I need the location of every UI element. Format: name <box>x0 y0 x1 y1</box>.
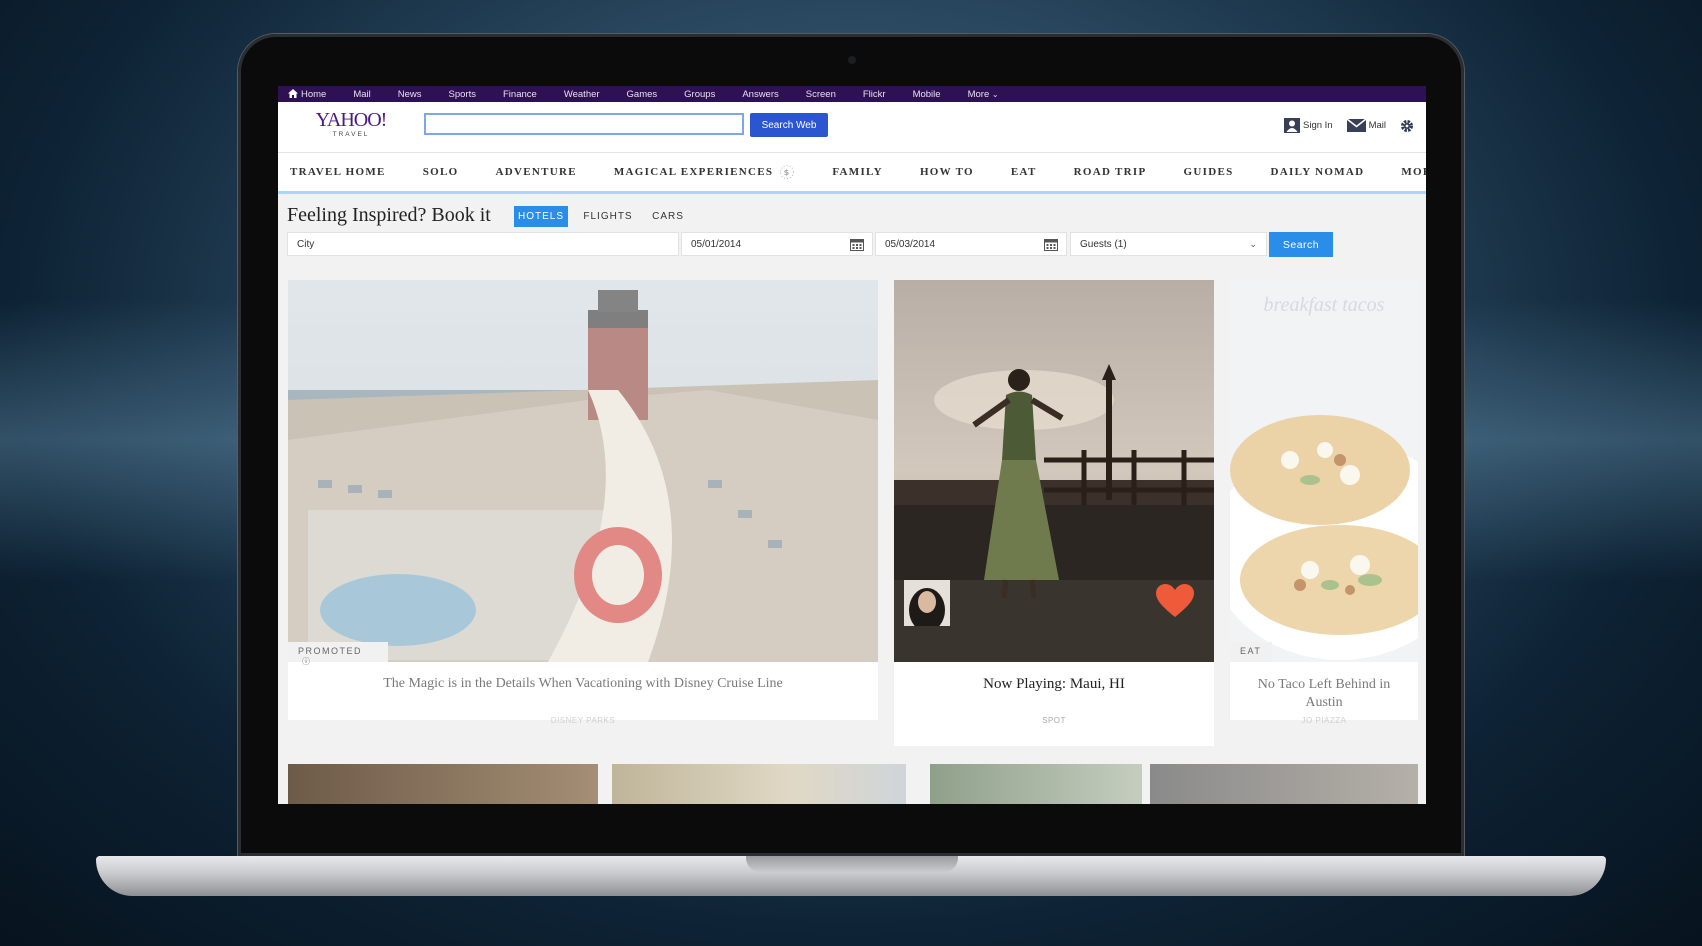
cat-daily-nomad[interactable]: DAILY NOMAD <box>1271 166 1365 178</box>
top-nav-weather[interactable]: Weather <box>564 89 600 100</box>
sign-in-label: Sign In <box>1303 120 1333 131</box>
logo-sub-text: TRAVEL <box>332 131 370 138</box>
browser-screen: Home Mail News Sports Finance Weather Ga… <box>278 86 1426 804</box>
gear-icon <box>1401 119 1413 132</box>
info-icon[interactable]: ⓘ <box>302 657 312 666</box>
cat-more[interactable]: MORE⌄ <box>1401 166 1426 178</box>
top-nav-mail[interactable]: Mail <box>353 89 370 100</box>
cat-adventure[interactable]: ADVENTURE <box>495 166 576 178</box>
card-image-cruise[interactable] <box>288 280 878 662</box>
top-nav-home[interactable]: Home <box>288 88 327 100</box>
laptop-notch <box>746 856 958 872</box>
story-card-taco[interactable]: breakfast tacos EAT No Taco Left Behind … <box>1230 280 1418 725</box>
yahoo-travel-logo[interactable]: YAHOO! TRAVEL <box>314 110 388 138</box>
checkin-date-field[interactable]: 05/01/2014 <box>681 232 873 256</box>
more-stories-row <box>288 764 1418 804</box>
user-icon <box>1284 118 1300 133</box>
settings-button[interactable] <box>1400 119 1414 133</box>
checkout-date-field[interactable]: 05/03/2014 <box>875 232 1067 256</box>
cat-how-to[interactable]: HOW TO <box>920 166 974 178</box>
city-placeholder: City <box>297 238 315 250</box>
chevron-down-icon: ⌄ <box>1249 239 1257 249</box>
top-nav-screen[interactable]: Screen <box>806 89 836 100</box>
top-nav-finance[interactable]: Finance <box>503 89 537 100</box>
card-image-fade <box>288 280 878 662</box>
header: YAHOO! TRAVEL Search Web Sign In Mail <box>278 102 1426 153</box>
card-title[interactable]: The Magic is in the Details When Vacatio… <box>288 676 878 692</box>
card-title[interactable]: Now Playing: Maui, HI <box>894 676 1214 693</box>
top-nav-more[interactable]: More ⌄ <box>968 89 999 100</box>
story-thumb[interactable] <box>612 764 906 804</box>
sign-in-link[interactable]: Sign In <box>1284 118 1333 133</box>
mail-icon <box>1346 119 1366 132</box>
card-source[interactable]: SPOT <box>894 716 1214 725</box>
svg-text:$: $ <box>784 168 791 177</box>
booking-title: Feeling Inspired? Book it <box>287 204 491 226</box>
story-cards: PROMOTED ⓘ The Magic is in the Details W… <box>288 280 1418 746</box>
card-image-fade <box>1230 280 1418 662</box>
top-nav-home-label: Home <box>301 88 327 100</box>
top-nav: Home Mail News Sports Finance Weather Ga… <box>278 86 1426 102</box>
top-nav-games[interactable]: Games <box>627 89 658 100</box>
mail-link[interactable]: Mail <box>1346 119 1386 132</box>
laptop-base <box>96 856 1606 896</box>
checkout-date: 05/03/2014 <box>885 238 936 250</box>
calendar-icon[interactable] <box>850 238 864 251</box>
checkin-date: 05/01/2014 <box>691 238 742 250</box>
cat-guides[interactable]: GUIDES <box>1184 166 1234 178</box>
cat-family[interactable]: FAMILY <box>832 166 883 178</box>
top-nav-flickr[interactable]: Flickr <box>863 89 886 100</box>
eat-badge: EAT <box>1230 642 1272 662</box>
cat-road-trip[interactable]: ROAD TRIP <box>1074 166 1147 178</box>
card-source[interactable]: JO PIAZZA <box>1230 716 1418 725</box>
tab-flights[interactable]: FLIGHTS <box>580 206 636 227</box>
category-nav: TRAVEL HOME SOLO ADVENTURE MAGICAL EXPER… <box>278 153 1426 194</box>
cat-more-label: MORE <box>1401 166 1426 178</box>
story-thumb[interactable] <box>1150 764 1418 804</box>
promoted-badge: PROMOTED ⓘ <box>288 642 388 666</box>
cat-magical-experiences[interactable]: MAGICAL EXPERIENCES $ <box>614 164 795 180</box>
top-nav-news[interactable]: News <box>398 89 422 100</box>
top-nav-groups[interactable]: Groups <box>684 89 715 100</box>
author-avatar[interactable] <box>904 580 950 626</box>
card-source[interactable]: DISNEY PARKS <box>288 716 878 725</box>
top-nav-answers[interactable]: Answers <box>742 89 778 100</box>
story-card-maui[interactable]: Now Playing: Maui, HI SPOT <box>894 280 1214 746</box>
cat-eat[interactable]: EAT <box>1011 166 1037 178</box>
mail-label: Mail <box>1368 120 1386 131</box>
heart-icon[interactable] <box>1156 584 1194 618</box>
chevron-down-icon: ⌄ <box>991 89 999 99</box>
avatar-image <box>904 580 950 626</box>
logo-main-text: YAHOO! <box>315 109 388 131</box>
cat-solo[interactable]: SOLO <box>423 166 459 178</box>
sparkle-icon: $ <box>780 165 795 179</box>
card-image-taco[interactable]: breakfast tacos <box>1230 280 1418 662</box>
search-web-button[interactable]: Search Web <box>750 113 828 137</box>
card-title[interactable]: No Taco Left Behind in Austin <box>1230 676 1418 712</box>
top-nav-more-label: More <box>967 88 990 100</box>
camera <box>848 56 856 64</box>
story-thumb[interactable] <box>288 764 598 804</box>
card-image-maui[interactable] <box>894 280 1214 662</box>
top-nav-mobile[interactable]: Mobile <box>913 89 941 100</box>
tab-hotels[interactable]: HOTELS <box>514 206 568 227</box>
calendar-icon[interactable] <box>1044 238 1058 251</box>
home-icon <box>288 88 298 98</box>
search-input[interactable] <box>424 113 744 135</box>
promoted-label: PROMOTED <box>298 646 363 656</box>
guests-value: Guests (1) <box>1080 238 1127 250</box>
guests-select[interactable]: Guests (1) ⌄ <box>1070 232 1267 256</box>
top-nav-sports[interactable]: Sports <box>449 89 476 100</box>
header-actions: Sign In Mail <box>1270 118 1414 133</box>
hotel-search-button[interactable]: Search <box>1269 232 1333 257</box>
city-input[interactable]: City <box>287 232 679 256</box>
booking-widget: Feeling Inspired? Book it HOTELS FLIGHTS… <box>278 194 1426 266</box>
tab-cars[interactable]: CARS <box>648 206 688 227</box>
cat-travel-home[interactable]: TRAVEL HOME <box>290 166 386 178</box>
cat-magical-label: MAGICAL EXPERIENCES <box>613 166 774 178</box>
story-card-disney[interactable]: PROMOTED ⓘ The Magic is in the Details W… <box>288 280 878 725</box>
story-thumb[interactable] <box>930 764 1142 804</box>
